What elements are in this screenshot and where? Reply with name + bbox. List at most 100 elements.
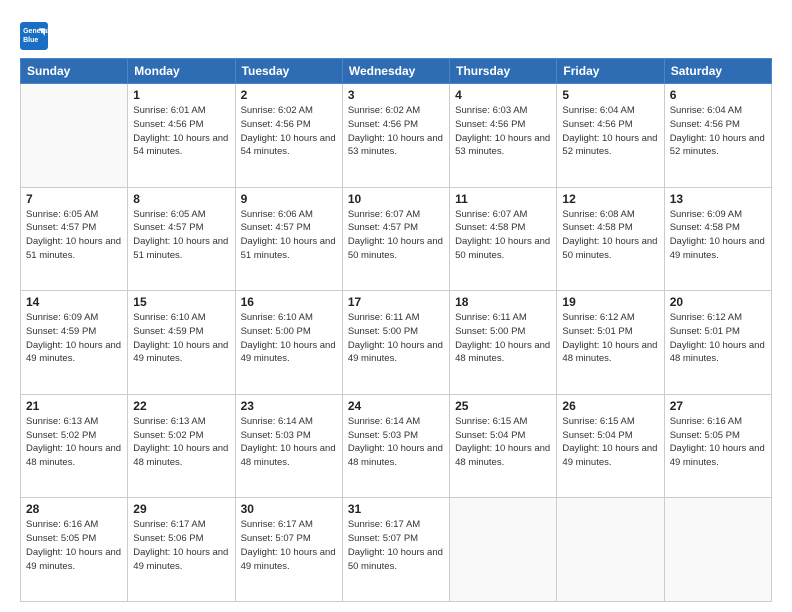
day-info: Sunrise: 6:15 AM Sunset: 5:04 PM Dayligh… <box>562 415 658 470</box>
day-number: 5 <box>562 88 658 102</box>
calendar-cell: 13 Sunrise: 6:09 AM Sunset: 4:58 PM Dayli… <box>664 187 771 291</box>
calendar-cell: 24Sunrise: 6:14 AM Sunset: 5:03 PM Dayli… <box>342 394 449 498</box>
day-number: 17 <box>348 295 444 309</box>
day-number: 20 <box>670 295 766 309</box>
weekday-header-row: SundayMondayTuesdayWednesdayThursdayFrid… <box>21 59 772 84</box>
day-number: 21 <box>26 399 122 413</box>
weekday-sunday: Sunday <box>21 59 128 84</box>
day-info: Sunrise: 6:12 AM Sunset: 5:01 PM Dayligh… <box>670 311 766 366</box>
day-number: 15 <box>133 295 229 309</box>
calendar-cell: 10 Sunrise: 6:07 AM Sunset: 4:57 PM Dayli… <box>342 187 449 291</box>
day-number: 11 <box>455 192 551 206</box>
day-info: Sunrise: 6:14 AM Sunset: 5:03 PM Dayligh… <box>241 415 337 470</box>
day-number: 22 <box>133 399 229 413</box>
logo-icon: General Blue <box>20 22 48 50</box>
calendar-cell: 15 Sunrise: 6:10 AM Sunset: 4:59 PM Dayli… <box>128 291 235 395</box>
calendar-cell: 17 Sunrise: 6:11 AM Sunset: 5:00 PM Dayli… <box>342 291 449 395</box>
calendar-cell: 4 Sunrise: 6:03 AM Sunset: 4:56 PM Daylig… <box>450 84 557 188</box>
calendar-cell: 7 Sunrise: 6:05 AM Sunset: 4:57 PM Daylig… <box>21 187 128 291</box>
calendar-cell: 14 Sunrise: 6:09 AM Sunset: 4:59 PM Dayli… <box>21 291 128 395</box>
day-number: 13 <box>670 192 766 206</box>
day-number: 26 <box>562 399 658 413</box>
day-number: 10 <box>348 192 444 206</box>
day-info: Sunrise: 6:09 AM Sunset: 4:59 PM Dayligh… <box>26 311 122 366</box>
day-info: Sunrise: 6:03 AM Sunset: 4:56 PM Dayligh… <box>455 104 551 159</box>
calendar-cell: 23 Sunrise: 6:14 AM Sunset: 5:03 PM Dayli… <box>235 394 342 498</box>
day-info: Sunrise: 6:11 AM Sunset: 5:00 PM Dayligh… <box>348 311 444 366</box>
calendar-cell: 16Sunrise: 6:10 AM Sunset: 5:00 PM Dayli… <box>235 291 342 395</box>
weekday-saturday: Saturday <box>664 59 771 84</box>
day-number: 12 <box>562 192 658 206</box>
day-info: Sunrise: 6:06 AM Sunset: 4:57 PM Dayligh… <box>241 208 337 263</box>
weekday-thursday: Thursday <box>450 59 557 84</box>
calendar-cell <box>664 498 771 602</box>
calendar-cell: 3 Sunrise: 6:02 AM Sunset: 4:56 PM Daylig… <box>342 84 449 188</box>
weekday-tuesday: Tuesday <box>235 59 342 84</box>
header: General Blue <box>20 18 772 50</box>
day-info: Sunrise: 6:17 AM Sunset: 5:07 PM Dayligh… <box>241 518 337 573</box>
weekday-monday: Monday <box>128 59 235 84</box>
week-row-3: 14 Sunrise: 6:09 AM Sunset: 4:59 PM Dayli… <box>21 291 772 395</box>
day-number: 7 <box>26 192 122 206</box>
calendar-cell: 31 Sunrise: 6:17 AM Sunset: 5:07 PM Dayli… <box>342 498 449 602</box>
day-number: 8 <box>133 192 229 206</box>
svg-text:Blue: Blue <box>23 37 38 44</box>
day-info: Sunrise: 6:07 AM Sunset: 4:58 PM Dayligh… <box>455 208 551 263</box>
day-info: Sunrise: 6:05 AM Sunset: 4:57 PM Dayligh… <box>26 208 122 263</box>
day-number: 29 <box>133 502 229 516</box>
calendar-cell: 19 Sunrise: 6:12 AM Sunset: 5:01 PM Dayli… <box>557 291 664 395</box>
day-info: Sunrise: 6:04 AM Sunset: 4:56 PM Dayligh… <box>562 104 658 159</box>
week-row-1: 1 Sunrise: 6:01 AM Sunset: 4:56 PM Daylig… <box>21 84 772 188</box>
calendar-cell: 29Sunrise: 6:17 AM Sunset: 5:06 PM Dayli… <box>128 498 235 602</box>
logo: General Blue <box>20 22 52 50</box>
calendar-cell: 2Sunrise: 6:02 AM Sunset: 4:56 PM Daylig… <box>235 84 342 188</box>
day-info: Sunrise: 6:12 AM Sunset: 5:01 PM Dayligh… <box>562 311 658 366</box>
day-number: 19 <box>562 295 658 309</box>
calendar-cell: 11 Sunrise: 6:07 AM Sunset: 4:58 PM Dayli… <box>450 187 557 291</box>
day-info: Sunrise: 6:13 AM Sunset: 5:02 PM Dayligh… <box>26 415 122 470</box>
calendar-cell: 21 Sunrise: 6:13 AM Sunset: 5:02 PM Dayli… <box>21 394 128 498</box>
day-info: Sunrise: 6:09 AM Sunset: 4:58 PM Dayligh… <box>670 208 766 263</box>
day-info: Sunrise: 6:15 AM Sunset: 5:04 PM Dayligh… <box>455 415 551 470</box>
week-row-4: 21 Sunrise: 6:13 AM Sunset: 5:02 PM Dayli… <box>21 394 772 498</box>
day-info: Sunrise: 6:01 AM Sunset: 4:56 PM Dayligh… <box>133 104 229 159</box>
day-info: Sunrise: 6:16 AM Sunset: 5:05 PM Dayligh… <box>26 518 122 573</box>
day-info: Sunrise: 6:17 AM Sunset: 5:07 PM Dayligh… <box>348 518 444 573</box>
calendar-cell <box>21 84 128 188</box>
calendar-cell: 30Sunrise: 6:17 AM Sunset: 5:07 PM Dayli… <box>235 498 342 602</box>
day-number: 3 <box>348 88 444 102</box>
calendar-cell: 22 Sunrise: 6:13 AM Sunset: 5:02 PM Dayli… <box>128 394 235 498</box>
week-row-2: 7 Sunrise: 6:05 AM Sunset: 4:57 PM Daylig… <box>21 187 772 291</box>
day-number: 27 <box>670 399 766 413</box>
day-info: Sunrise: 6:05 AM Sunset: 4:57 PM Dayligh… <box>133 208 229 263</box>
day-info: Sunrise: 6:08 AM Sunset: 4:58 PM Dayligh… <box>562 208 658 263</box>
weekday-friday: Friday <box>557 59 664 84</box>
day-number: 28 <box>26 502 122 516</box>
calendar-cell: 1 Sunrise: 6:01 AM Sunset: 4:56 PM Daylig… <box>128 84 235 188</box>
calendar-cell: 12 Sunrise: 6:08 AM Sunset: 4:58 PM Dayli… <box>557 187 664 291</box>
day-info: Sunrise: 6:02 AM Sunset: 4:56 PM Dayligh… <box>348 104 444 159</box>
day-number: 23 <box>241 399 337 413</box>
calendar-cell: 28 Sunrise: 6:16 AM Sunset: 5:05 PM Dayli… <box>21 498 128 602</box>
calendar-cell: 26 Sunrise: 6:15 AM Sunset: 5:04 PM Dayli… <box>557 394 664 498</box>
day-number: 31 <box>348 502 444 516</box>
calendar-cell: 9 Sunrise: 6:06 AM Sunset: 4:57 PM Daylig… <box>235 187 342 291</box>
calendar-cell <box>557 498 664 602</box>
day-number: 4 <box>455 88 551 102</box>
day-info: Sunrise: 6:14 AM Sunset: 5:03 PM Dayligh… <box>348 415 444 470</box>
weekday-wednesday: Wednesday <box>342 59 449 84</box>
calendar-cell: 6Sunrise: 6:04 AM Sunset: 4:56 PM Daylig… <box>664 84 771 188</box>
day-info: Sunrise: 6:11 AM Sunset: 5:00 PM Dayligh… <box>455 311 551 366</box>
day-info: Sunrise: 6:10 AM Sunset: 5:00 PM Dayligh… <box>241 311 337 366</box>
day-number: 1 <box>133 88 229 102</box>
day-number: 25 <box>455 399 551 413</box>
day-info: Sunrise: 6:10 AM Sunset: 4:59 PM Dayligh… <box>133 311 229 366</box>
day-number: 9 <box>241 192 337 206</box>
day-number: 14 <box>26 295 122 309</box>
calendar-cell: 27 Sunrise: 6:16 AM Sunset: 5:05 PM Dayli… <box>664 394 771 498</box>
calendar-cell <box>450 498 557 602</box>
day-info: Sunrise: 6:16 AM Sunset: 5:05 PM Dayligh… <box>670 415 766 470</box>
day-info: Sunrise: 6:07 AM Sunset: 4:57 PM Dayligh… <box>348 208 444 263</box>
day-info: Sunrise: 6:13 AM Sunset: 5:02 PM Dayligh… <box>133 415 229 470</box>
day-number: 2 <box>241 88 337 102</box>
